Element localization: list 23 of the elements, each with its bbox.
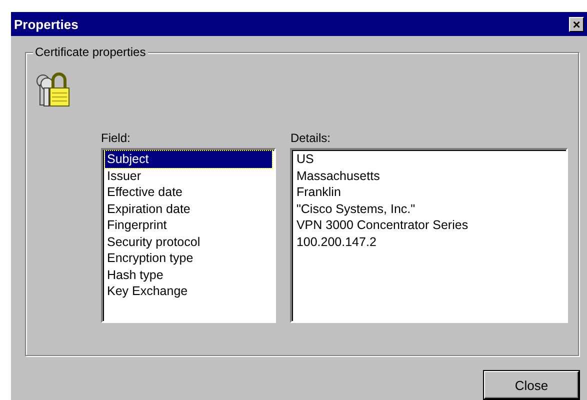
field-list[interactable]: Subject Issuer Effective date Expiration date Fingerprint Security protocol Encryption type Hash type Key Exchange (101, 148, 276, 323)
detail-line: US (295, 151, 315, 168)
list-item[interactable]: Effective date (105, 184, 272, 200)
list-item[interactable]: Subject (105, 151, 272, 168)
detail-line: "Cisco Systems, Inc." (295, 200, 416, 217)
close-button[interactable]: × (569, 16, 584, 32)
group-title: Certificate properties (33, 45, 148, 59)
list-item[interactable]: Issuer (105, 168, 272, 184)
list-item[interactable]: Security protocol (105, 234, 272, 250)
keys-lock-icon (34, 71, 72, 109)
window-title: Properties (14, 16, 78, 32)
details-label: Details: (290, 131, 332, 145)
detail-line: VPN 3000 Concentrator Series (295, 217, 470, 234)
field-label: Field: (101, 131, 132, 145)
list-item[interactable]: Expiration date (105, 200, 272, 217)
list-item[interactable]: Encryption type (105, 250, 272, 266)
detail-line: 100.200.147.2 (295, 234, 378, 250)
close-button[interactable]: Close (484, 371, 579, 399)
list-item[interactable]: Key Exchange (105, 283, 272, 300)
detail-line: Franklin (295, 184, 342, 200)
detail-line: Massachusetts (295, 168, 381, 184)
list-item[interactable]: Hash type (105, 266, 272, 283)
list-item[interactable]: Fingerprint (105, 217, 272, 234)
